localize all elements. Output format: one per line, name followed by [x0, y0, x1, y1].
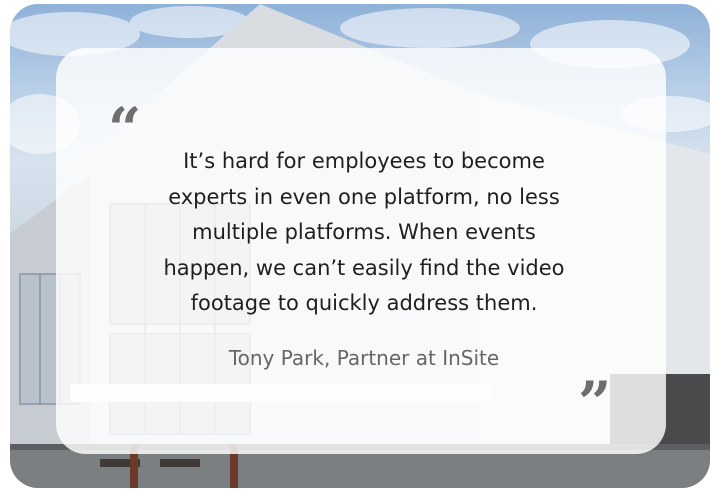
quote-line: multiple platforms. When events	[192, 220, 536, 244]
quote-card: “ It’s hard for employees to become expe…	[56, 48, 666, 454]
quote-line: happen, we can’t easily find the video	[163, 255, 565, 280]
quote-line: experts in even one platform, no less	[168, 184, 560, 209]
quote-line: It’s hard for employees to become	[183, 149, 545, 173]
close-quote-icon: ”	[578, 369, 612, 437]
quote-text: It’s hard for employees to become expert…	[104, 144, 624, 322]
quote-line: footage to quickly address them.	[190, 291, 538, 315]
testimonial-frame: “ It’s hard for employees to become expe…	[10, 4, 710, 488]
quote-attribution: Tony Park, Partner at InSite	[228, 346, 500, 370]
